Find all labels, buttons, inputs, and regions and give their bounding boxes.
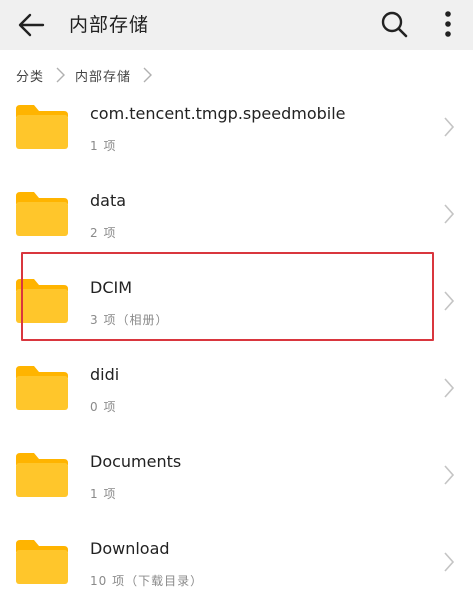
arrow-left-icon xyxy=(18,13,45,37)
chevron-right-icon xyxy=(444,378,455,398)
folder-item-count: 1 项 xyxy=(90,139,117,153)
more-options-button[interactable] xyxy=(434,6,462,42)
breadcrumb-item-category[interactable]: 分类 xyxy=(16,66,44,85)
chevron-right-icon xyxy=(444,465,455,485)
more-vertical-icon xyxy=(445,11,451,37)
folder-list: com.tencent.tmgp.speedmobile 1 项 data 2 … xyxy=(0,90,473,612)
breadcrumb: 分类 内部存储 xyxy=(0,60,473,90)
chevron-right-icon xyxy=(444,117,455,137)
search-icon xyxy=(381,11,408,38)
folder-name: Download xyxy=(90,539,170,558)
chevron-right-icon xyxy=(444,291,455,311)
chevron-right-icon xyxy=(56,67,66,83)
folder-item-count: 1 项 xyxy=(90,487,117,501)
folder-icon xyxy=(16,192,68,236)
folder-icon xyxy=(16,453,68,497)
chevron-right-icon xyxy=(444,552,455,572)
folder-name: com.tencent.tmgp.speedmobile xyxy=(90,104,346,123)
folder-row[interactable]: com.tencent.tmgp.speedmobile 1 项 xyxy=(0,90,473,177)
search-button[interactable] xyxy=(376,6,412,42)
app-bar: 内部存储 xyxy=(0,0,473,50)
folder-row[interactable]: Documents 1 项 xyxy=(0,438,473,525)
folder-row[interactable]: data 2 项 xyxy=(0,177,473,264)
folder-row[interactable]: didi 0 项 xyxy=(0,351,473,438)
chevron-right-icon xyxy=(444,204,455,224)
page-title: 内部存储 xyxy=(69,14,150,36)
folder-icon xyxy=(16,366,68,410)
folder-item-count: 0 项 xyxy=(90,400,117,414)
chevron-right-icon xyxy=(143,67,153,83)
folder-row[interactable]: Download 10 项（下载目录） xyxy=(0,525,473,612)
highlight-box xyxy=(21,252,434,341)
folder-name: data xyxy=(90,191,127,210)
folder-icon xyxy=(16,105,68,149)
folder-icon xyxy=(16,540,68,584)
folder-name: didi xyxy=(90,365,120,384)
folder-name: Documents xyxy=(90,452,182,471)
folder-item-count: 10 项（下载目录） xyxy=(90,574,204,588)
breadcrumb-item-internal-storage[interactable]: 内部存储 xyxy=(75,66,131,85)
folder-item-count: 2 项 xyxy=(90,226,117,240)
back-button[interactable] xyxy=(12,6,50,44)
